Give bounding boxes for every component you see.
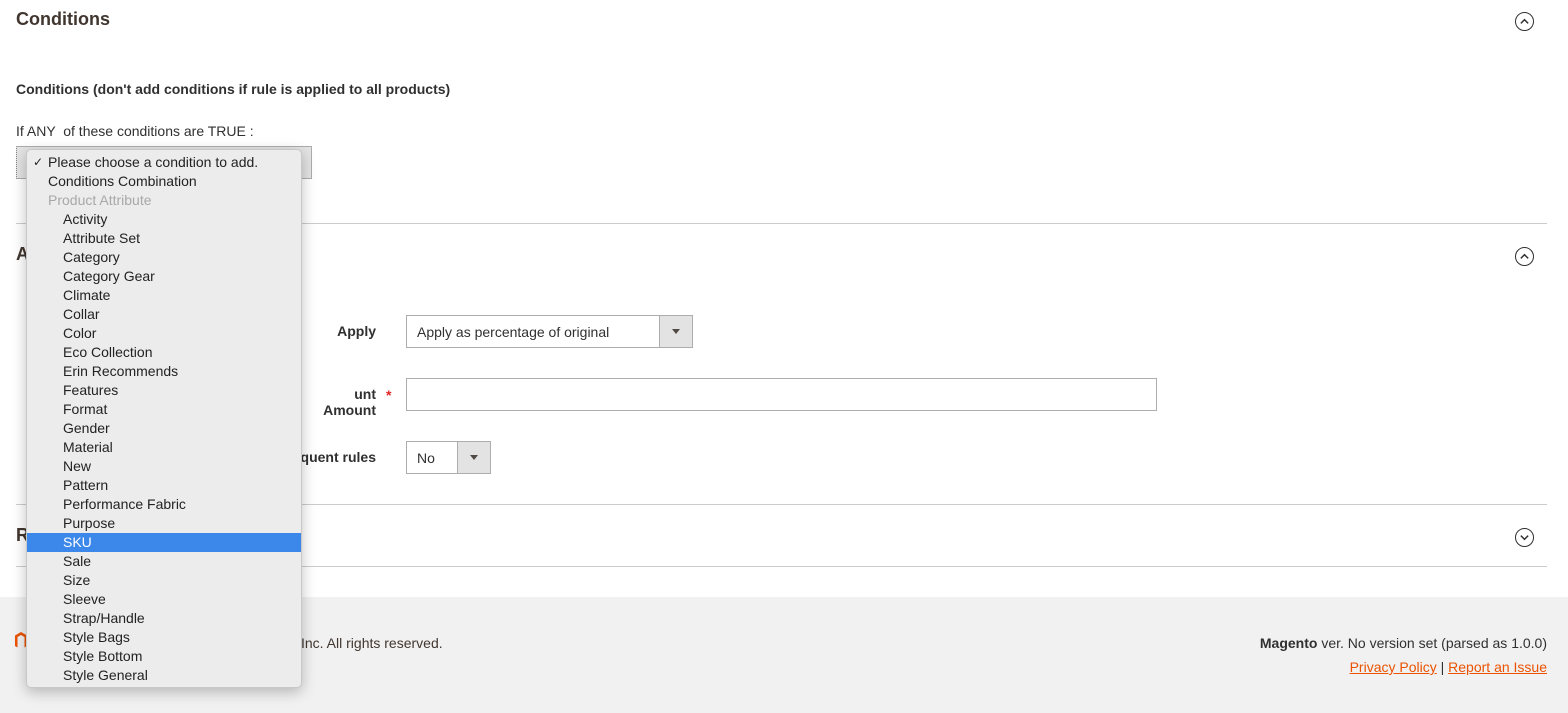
required-marker: * (386, 387, 392, 403)
footer-link-separator: | (1440, 659, 1445, 675)
dropdown-option-label: Collar (63, 306, 100, 322)
dropdown-option-label: Climate (63, 287, 111, 303)
checkmark-icon: ✓ (33, 155, 44, 169)
dropdown-arrow-icon (659, 316, 692, 347)
dropdown-option[interactable]: Purpose (27, 514, 301, 533)
dropdown-option[interactable]: Attribute Set (27, 229, 301, 248)
if-middle: of these conditions are (63, 123, 205, 139)
dropdown-option[interactable]: Conditions Combination (27, 172, 301, 191)
footer-version-text: ver. No version set (parsed as 1.0.0) (1321, 635, 1547, 651)
dropdown-option[interactable]: Eco Collection (27, 343, 301, 362)
conditions-description: Conditions (don't add conditions if rule… (16, 81, 451, 97)
discount-amount-input[interactable] (406, 378, 1157, 411)
dropdown-option[interactable]: Pattern (27, 476, 301, 495)
apply-select-value: Apply as percentage of original (417, 323, 610, 340)
dropdown-option-label: Size (63, 572, 91, 588)
dropdown-option-label: Performance Fabric (63, 496, 186, 512)
dropdown-option-label: Category Gear (63, 268, 155, 284)
dropdown-option-label: Style Bags (63, 629, 130, 645)
dropdown-option-label: Color (63, 325, 97, 341)
conditions-collapse-icon[interactable] (1515, 12, 1534, 31)
apply-label: Apply (337, 323, 376, 339)
dropdown-option-label: Format (63, 401, 108, 417)
dropdown-option-label: Style General (63, 667, 148, 683)
dropdown-option-label: Activity (63, 211, 108, 227)
dropdown-option-label: Sale (63, 553, 92, 569)
dropdown-option[interactable]: Style Bags (27, 628, 301, 647)
discard-subsequent-rules-select[interactable]: No (406, 441, 491, 474)
dropdown-option[interactable]: SKU (27, 533, 301, 552)
dropdown-option-label: Material (63, 439, 113, 455)
conditions-rule-line: If ANY of these conditions are TRUE : (16, 123, 254, 139)
dropdown-option[interactable]: Style Bottom (27, 647, 301, 666)
dropdown-option[interactable]: Climate (27, 286, 301, 305)
dropdown-option[interactable]: Color (27, 324, 301, 343)
dropdown-option[interactable]: Material (27, 438, 301, 457)
dropdown-option-label: Conditions Combination (48, 173, 197, 189)
dropdown-option-label: New (63, 458, 92, 474)
dropdown-option-label: Sleeve (63, 591, 106, 607)
dropdown-option[interactable]: New (27, 457, 301, 476)
discard-select-value: No (417, 449, 435, 466)
dropdown-option-label: Category (63, 249, 120, 265)
dropdown-option[interactable]: Sale (27, 552, 301, 571)
footer-version: Magento ver. No version set (parsed as 1… (1260, 635, 1547, 651)
dropdown-option[interactable]: Format (27, 400, 301, 419)
dropdown-option[interactable]: ✓ Please choose a condition to add. (27, 153, 301, 172)
dropdown-option-label: SKU (63, 534, 92, 550)
dropdown-option-label: Please choose a condition to add. (48, 154, 259, 170)
dropdown-option-label: Style Bottom (63, 648, 143, 664)
dropdown-option[interactable]: Features (27, 381, 301, 400)
aggregator-link[interactable]: ANY (27, 123, 56, 139)
report-issue-link[interactable]: Report an Issue (1448, 659, 1547, 675)
footer-links: Privacy Policy | Report an Issue (1350, 659, 1547, 675)
apply-select[interactable]: Apply as percentage of original (406, 315, 693, 348)
dropdown-option-group: Product Attribute (27, 191, 301, 210)
dropdown-option-label: Strap/Handle (63, 610, 145, 626)
dropdown-option-label: Pattern (63, 477, 109, 493)
dropdown-option-label: Product Attribute (48, 192, 152, 208)
if-suffix: : (249, 123, 254, 139)
dropdown-option[interactable]: Style General (27, 666, 301, 685)
discard-subsequent-rules-label: quent rules (300, 449, 376, 465)
dropdown-option[interactable]: Category (27, 248, 301, 267)
dropdown-option[interactable]: Collar (27, 305, 301, 324)
dropdown-option[interactable]: Performance Fabric (27, 495, 301, 514)
dropdown-option-label: Attribute Set (63, 230, 141, 246)
discount-amount-label: unt Amount (323, 386, 376, 418)
dropdown-option-label: Gender (63, 420, 110, 436)
privacy-policy-link[interactable]: Privacy Policy (1350, 659, 1437, 675)
actions-collapse-icon[interactable] (1515, 247, 1534, 266)
condition-dropdown-menu[interactable]: ✓ Please choose a condition to add. Condit… (26, 149, 302, 688)
related-expand-icon[interactable] (1515, 528, 1534, 547)
dropdown-option[interactable]: Strap/Handle (27, 609, 301, 628)
footer-brand: Magento (1259, 635, 1318, 651)
dropdown-option[interactable]: Size (27, 571, 301, 590)
dropdown-option[interactable]: Category Gear (27, 267, 301, 286)
dropdown-option[interactable]: Erin Recommends (27, 362, 301, 381)
footer-copyright: Inc. All rights reserved. (301, 635, 443, 651)
dropdown-arrow-icon (457, 442, 490, 473)
dropdown-option-label: Erin Recommends (63, 363, 179, 379)
conditions-section-title[interactable]: Conditions (16, 9, 110, 30)
dropdown-option-label: Features (63, 382, 119, 398)
dropdown-option[interactable]: Sleeve (27, 590, 301, 609)
dropdown-option-label: Purpose (63, 515, 116, 531)
dropdown-option[interactable]: Gender (27, 419, 301, 438)
if-prefix: If (16, 123, 24, 139)
dropdown-option[interactable]: Activity (27, 210, 301, 229)
value-link[interactable]: TRUE (208, 123, 246, 139)
dropdown-option-label: Eco Collection (63, 344, 153, 360)
